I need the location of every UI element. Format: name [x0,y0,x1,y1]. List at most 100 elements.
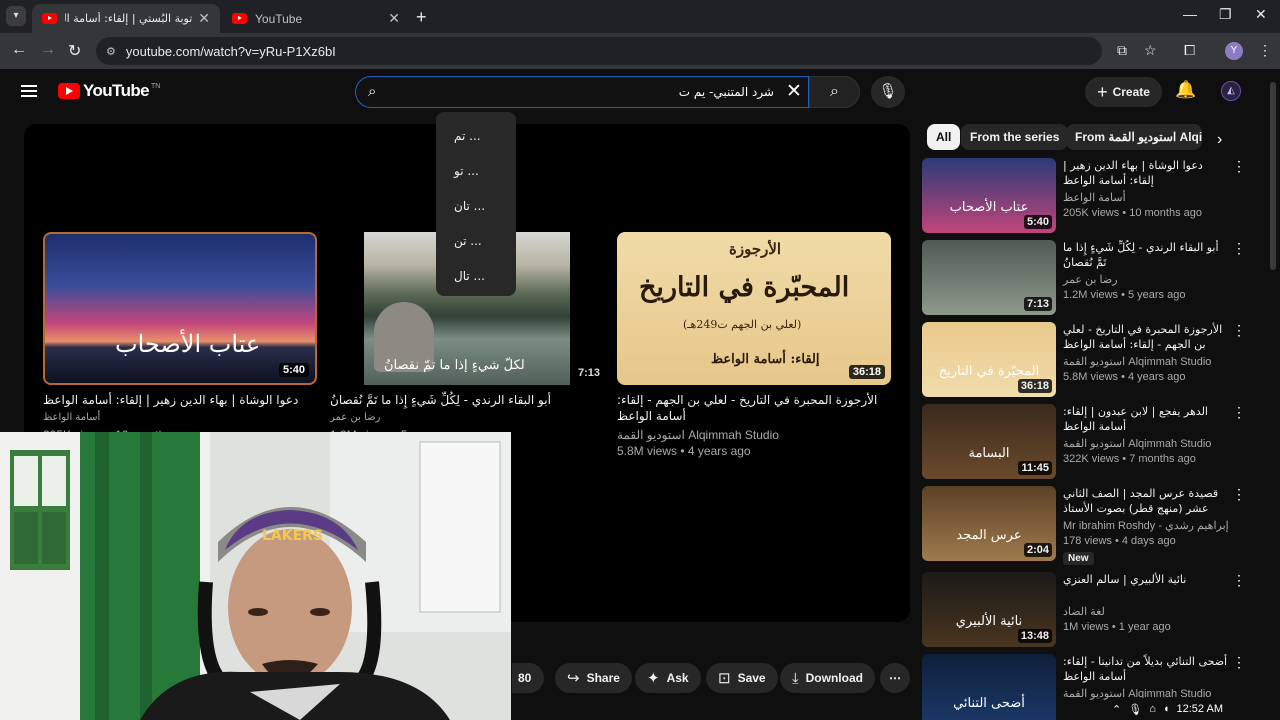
new-tab-button[interactable]: + [416,7,427,28]
suggestion-item[interactable]: تان ... [454,199,485,213]
notifications-bell-icon[interactable]: 🔔 [1175,80,1196,100]
end-screen-title[interactable]: أبو البقاء الرندي - لِكُلِّ شَيءٍ إِذا م… [330,392,604,408]
recommendation-thumbnail[interactable]: عرس المجد 2:04 [922,486,1056,561]
recommendation-channel[interactable]: لغة الضاد [1063,605,1105,618]
tab-search-icon[interactable]: ▾ [6,6,26,26]
extensions-icon[interactable]: ⧠ [1184,42,1195,59]
browser-profile-avatar[interactable]: Y [1225,42,1243,60]
volume-icon[interactable]: ◖ [1163,703,1170,715]
duration-badge: 7:13 [577,367,600,379]
end-screen-channel[interactable]: استوديو القمة Alqimmah Studio [617,428,779,442]
clear-search-icon[interactable]: ✕ [786,80,802,103]
mic-tray-icon[interactable]: 🎙 [1128,703,1142,716]
recommendation-title[interactable]: أضحى التنائي بديلاً من تدانينا - إلقاء: … [1063,654,1228,684]
scrollbar[interactable] [1270,82,1276,270]
more-options-icon[interactable]: ⋮ [1232,486,1246,503]
more-options-icon[interactable]: ⋮ [1232,322,1246,339]
suggestion-item[interactable]: تو ... [454,164,479,178]
chevron-right-icon[interactable]: › [1217,131,1222,149]
save-button[interactable]: ⊡ Save [706,663,778,693]
back-icon[interactable]: ← [11,41,27,59]
search-input[interactable] [394,82,774,102]
tab-youtube[interactable]: YouTube ✕ [222,4,410,33]
more-options-icon[interactable]: ⋮ [1232,240,1246,257]
share-button[interactable]: ↪ Share [555,663,632,693]
search-button[interactable]: ⌕ [809,76,860,108]
screen: ▾ توبة البُستي | إلقاء: أسامة الواعظ ✕ Y… [0,0,1280,720]
end-screen-thumbnail[interactable]: الأرجوزة المحبّرة في التاريخ (لعلي بن ال… [617,232,891,385]
recommendation-title[interactable]: نائية الألبيري | سالم العنزي [1063,572,1228,587]
chrome-menu-icon[interactable]: ⋮ [1258,42,1272,59]
end-screen-video-1[interactable]: عتاب الأصحاب 5:40 دعوا الوشاة | بهاء الد… [43,232,317,442]
like-count[interactable]: 80 [512,663,544,693]
restore-icon[interactable]: ❐ [1219,6,1232,23]
more-actions-button[interactable]: ⋯ [880,663,910,693]
clock[interactable]: 12:52 AM [1177,703,1223,715]
recommendation-title[interactable]: الدهر يفجع | لابن عبدون | إلقاء: أسامة ا… [1063,404,1228,434]
recommendation-thumbnail[interactable]: البسامة 11:45 [922,404,1056,479]
menu-icon[interactable] [21,85,37,97]
suggestion-item[interactable]: تن ... [454,234,482,248]
recommendation-item[interactable]: نائية الألبيري 13:48 نائية الألبيري | سالم… [922,572,1267,650]
search-suggestions: تم ... تو ... تان ... تن ... تال ... [436,112,516,296]
ask-label: Ask [666,671,689,685]
chip-from-channel[interactable]: From استوديو القمة Alqimmah [1066,124,1202,150]
search-box[interactable]: ⌕ ✕ [355,76,809,108]
recommendation-item[interactable]: عتاب الأصحاب 5:40 دعوا الوشاة | بهاء الدين… [922,158,1267,236]
recommendation-channel[interactable]: Mr ibrahim Roshdy - إبراهيم رشدي [1063,519,1229,532]
suggestion-item[interactable]: تال ... [454,269,485,283]
end-screen-title[interactable]: الأرجوزة المحبرة في التاريخ - لعلي بن ال… [617,392,891,424]
site-info-icon[interactable]: ⚙ [106,45,116,58]
suggestion-item[interactable]: تم ... [454,129,481,143]
ask-button[interactable]: ✦ Ask [635,663,701,693]
recommendation-thumbnail[interactable]: نائية الألبيري 13:48 [922,572,1056,647]
recommendation-thumbnail[interactable]: أضحى التنائي [922,654,1056,720]
forward-icon[interactable]: → [40,41,56,59]
minimize-icon[interactable]: — [1183,6,1197,22]
end-screen-video-3[interactable]: الأرجوزة المحبّرة في التاريخ (لعلي بن ال… [617,232,891,462]
download-icon: ⤓ [792,669,799,687]
duration-badge: 2:04 [1023,543,1052,557]
recommendation-title[interactable]: قصيدة عرس المجد | الصف الثاني عشر (منهج … [1063,486,1228,516]
reload-icon[interactable]: ↻ [68,41,81,61]
bookmark-star-icon[interactable]: ☆ [1144,42,1157,59]
recommendation-title[interactable]: أبو البقاء الرندي - لِكُلِّ شَيءٍ إِذا م… [1063,240,1228,270]
chip-all[interactable]: All [927,124,961,150]
install-app-icon[interactable]: ⧉ [1117,42,1127,59]
more-options-icon[interactable]: ⋮ [1232,404,1246,421]
recommendation-channel[interactable]: استوديو القمة Alqimmah Studio [1063,355,1211,368]
end-screen-channel[interactable]: رضا بن عمر [330,412,380,423]
recommendation-title[interactable]: الأرجوزة المحبرة في التاريخ - لعلي بن ال… [1063,322,1228,352]
tab-close-icon[interactable]: ✕ [388,10,400,27]
recommendation-channel[interactable]: أسامة الواعظ [1063,191,1126,204]
recommendation-channel[interactable]: استوديو القمة Alqimmah Studio [1063,437,1211,450]
tray-chevron-icon[interactable]: ⌃ [1112,703,1121,716]
recommendation-thumbnail[interactable]: عتاب الأصحاب 5:40 [922,158,1056,233]
chip-from-series[interactable]: From the series [961,124,1069,150]
recommendation-thumbnail[interactable]: 7:13 [922,240,1056,315]
recommendation-item[interactable]: البسامة 11:45 الدهر يفجع | لابن عبدون | إل… [922,404,1267,482]
recommendation-item[interactable]: المحبّرة في التاريخ 36:18 الأرجوزة المحبرة… [922,322,1267,400]
tab-active[interactable]: توبة البُستي | إلقاء: أسامة الواعظ ✕ [32,4,220,33]
more-options-icon[interactable]: ⋮ [1232,654,1246,671]
end-screen-thumbnail[interactable]: عتاب الأصحاب 5:40 [43,232,317,385]
end-screen-title[interactable]: دعوا الوشاة | بهاء الدين زهير | إلقاء: أ… [43,392,317,408]
create-button[interactable]: + Create [1085,77,1162,107]
youtube-logo[interactable]: YouTube TN [58,81,160,101]
recommendation-title[interactable]: دعوا الوشاة | بهاء الدين زهير | إلقاء: أ… [1063,158,1228,188]
network-icon[interactable]: ⌂ [1149,703,1156,715]
recommendation-channel[interactable]: رضا بن عمر [1063,273,1118,286]
account-avatar[interactable]: ◭ [1221,81,1241,101]
recommendation-item[interactable]: 7:13 أبو البقاء الرندي - لِكُلِّ شَيءٍ إِ… [922,240,1267,318]
recommendation-thumbnail[interactable]: المحبّرة في التاريخ 36:18 [922,322,1056,397]
more-options-icon[interactable]: ⋮ [1232,572,1246,589]
close-window-icon[interactable]: ✕ [1255,6,1267,23]
tab-close-icon[interactable]: ✕ [198,10,210,27]
recommendation-item[interactable]: عرس المجد 2:04 قصيدة عرس المجد | الصف الثا… [922,486,1267,565]
more-options-icon[interactable]: ⋮ [1232,158,1246,175]
voice-search-mic-icon[interactable]: 🎙 [871,76,905,108]
end-screen-channel[interactable]: أسامة الواعظ [43,412,100,423]
address-bar[interactable]: ⚙ youtube.com/watch?v=yRu-P1Xz6bI [96,37,1102,65]
download-button[interactable]: ⤓ Download [780,663,875,693]
share-icon: ↪ [567,670,580,687]
